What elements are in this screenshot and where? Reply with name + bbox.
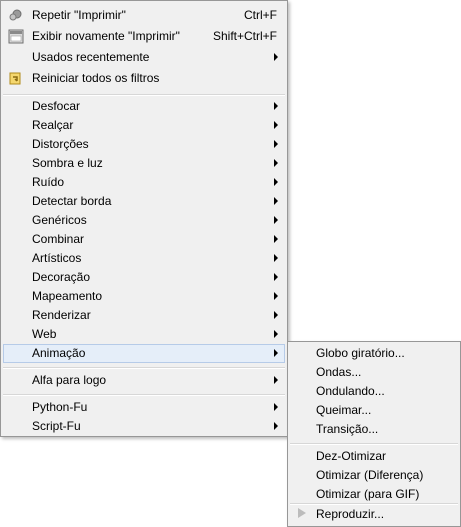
menu-item-label: Renderizar <box>32 308 91 322</box>
menu-item-label: Detectar borda <box>32 194 112 208</box>
submenu-arrow-icon <box>274 376 278 384</box>
submenu-arrow-icon <box>274 140 278 148</box>
menu-item-label: Exibir novamente "Imprimir" <box>32 29 180 43</box>
menu-item-ruido[interactable]: Ruído <box>3 173 285 192</box>
submenu-arrow-icon <box>274 254 278 262</box>
submenu-arrow-icon <box>274 121 278 129</box>
menu-item-label: Reiniciar todos os filtros <box>32 71 160 85</box>
menu-item-label: Usados recentemente <box>32 50 150 64</box>
menu-item-transicao[interactable]: Transição... <box>290 420 458 439</box>
menu-item-label: Queimar... <box>316 403 372 417</box>
submenu-arrow-icon <box>274 235 278 243</box>
submenu-arrow-icon <box>274 403 278 411</box>
menu-item-label: Mapeamento <box>32 289 103 303</box>
menu-item-label: Otimizar (Diferença) <box>316 468 424 482</box>
menu-item-detectar-borda[interactable]: Detectar borda <box>3 192 285 211</box>
submenu-arrow-icon <box>274 311 278 319</box>
menu-item-label: Sombra e luz <box>32 156 103 170</box>
menu-item-renderizar[interactable]: Renderizar <box>3 306 285 325</box>
menu-item-reshow[interactable]: Exibir novamente "Imprimir" Shift+Ctrl+F <box>3 27 285 46</box>
submenu-arrow-icon <box>274 178 278 186</box>
menu-separator <box>290 443 458 445</box>
menu-item-label: Dez-Otimizar <box>316 449 387 463</box>
submenu-arrow-icon <box>274 330 278 338</box>
menu-separator <box>3 394 285 396</box>
menu-item-decoracao[interactable]: Decoração <box>3 268 285 287</box>
reshow-icon <box>8 29 24 44</box>
menu-item-script-fu[interactable]: Script-Fu <box>3 417 285 436</box>
menu-separator <box>3 94 285 96</box>
submenu-arrow-icon <box>274 102 278 110</box>
menu-item-otimizar-diferenca[interactable]: Otimizar (Diferença) <box>290 466 458 485</box>
menu-item-label: Web <box>32 327 57 341</box>
menu-item-sombra-e-luz[interactable]: Sombra e luz <box>3 154 285 173</box>
menu-item-combinar[interactable]: Combinar <box>3 230 285 249</box>
menu-item-python-fu[interactable]: Python-Fu <box>3 398 285 417</box>
menu-item-label: Reproduzir... <box>316 507 385 521</box>
menu-item-label: Otimizar (para GIF) <box>316 487 420 501</box>
menu-item-dez-otimizar[interactable]: Dez-Otimizar <box>290 447 458 466</box>
menu-item-label: Alfa para logo <box>32 373 107 387</box>
play-icon <box>298 508 306 518</box>
menu-item-reproduzir[interactable]: Reproduzir... <box>290 505 458 524</box>
menu-item-label: Desfocar <box>32 99 81 113</box>
menu-separator <box>3 367 285 369</box>
menu-item-web[interactable]: Web <box>3 325 285 344</box>
menu-item-distorcoes[interactable]: Distorções <box>3 135 285 154</box>
menu-item-reset-filters[interactable]: Reiniciar todos os filtros <box>3 69 285 88</box>
menu-item-label: Animação <box>32 346 86 360</box>
menu-item-label: Ondas... <box>316 365 362 379</box>
menu-item-otimizar-gif[interactable]: Otimizar (para GIF) <box>290 485 458 504</box>
menu-item-label: Ruído <box>32 175 65 189</box>
menu-item-artisticos[interactable]: Artísticos <box>3 249 285 268</box>
submenu-arrow-icon <box>274 197 278 205</box>
menu-item-label: Ondulando... <box>316 384 385 398</box>
menu-item-label: Combinar <box>32 232 85 246</box>
menu-item-repeat[interactable]: Repetir "Imprimir" Ctrl+F <box>3 6 285 25</box>
menu-item-animacao[interactable]: Animação <box>3 344 285 363</box>
menu-item-label: Genéricos <box>32 213 87 227</box>
menu-item-label: Decoração <box>32 270 91 284</box>
menu-item-queimar[interactable]: Queimar... <box>290 401 458 420</box>
submenu-arrow-icon <box>274 159 278 167</box>
menu-item-label: Repetir "Imprimir" <box>32 8 126 22</box>
menu-item-alfa-para-logo[interactable]: Alfa para logo <box>3 371 285 390</box>
menu-item-label: Transição... <box>316 422 379 436</box>
menu-item-recent[interactable]: Usados recentemente <box>3 48 285 67</box>
reset-icon <box>9 72 21 85</box>
submenu-arrow-icon <box>274 349 278 357</box>
menu-item-label: Artísticos <box>32 251 82 265</box>
menu-item-ondas[interactable]: Ondas... <box>290 363 458 382</box>
menu-item-ondulando[interactable]: Ondulando... <box>290 382 458 401</box>
submenu-arrow-icon <box>274 292 278 300</box>
submenu-arrow-icon <box>274 422 278 430</box>
menu-item-label: Globo giratório... <box>316 346 405 360</box>
menu-item-globo-giratorio[interactable]: Globo giratório... <box>290 344 458 363</box>
menu-item-desfocar[interactable]: Desfocar <box>3 97 285 116</box>
menu-item-label: Distorções <box>32 137 89 151</box>
animacao-submenu: Globo giratório... Ondas... Ondulando...… <box>287 341 461 527</box>
menu-item-genericos[interactable]: Genéricos <box>3 211 285 230</box>
menu-item-realcar[interactable]: Realçar <box>3 116 285 135</box>
submenu-arrow-icon <box>274 273 278 281</box>
menu-item-shortcut: Shift+Ctrl+F <box>212 29 277 43</box>
repeat-icon <box>9 9 22 21</box>
menu-item-label: Realçar <box>32 118 74 132</box>
menu-item-shortcut: Ctrl+F <box>244 8 277 22</box>
submenu-arrow-icon <box>274 216 278 224</box>
menu-item-label: Script-Fu <box>32 419 81 433</box>
submenu-arrow-icon <box>274 53 278 61</box>
menu-item-mapeamento[interactable]: Mapeamento <box>3 287 285 306</box>
menu-item-label: Python-Fu <box>32 400 88 414</box>
filters-menu: Repetir "Imprimir" Ctrl+F Exibir novamen… <box>0 0 288 437</box>
